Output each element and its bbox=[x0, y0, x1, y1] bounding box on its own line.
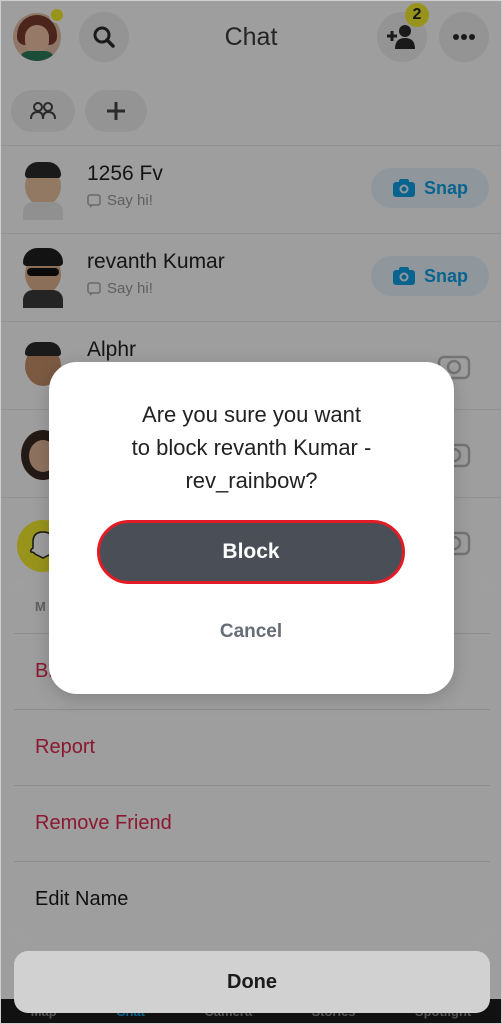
cancel-button-label: Cancel bbox=[219, 621, 283, 642]
block-button-label: Block bbox=[222, 540, 280, 563]
block-confirm-button[interactable]: Block bbox=[97, 520, 405, 584]
dialog-message-line: rev_rainbow? bbox=[185, 468, 318, 493]
dialog-message-line: to block revanth Kumar - bbox=[131, 435, 372, 460]
dialog-message-line: Are you sure you want bbox=[142, 402, 361, 427]
snapchat-chat-screen: Chat 2 1256 Fv Say hi! Snap revanth Kuma… bbox=[0, 0, 502, 1024]
cancel-button[interactable]: Cancel bbox=[169, 612, 333, 652]
done-button-label: Done bbox=[227, 970, 277, 993]
block-confirmation-dialog: Are you sure you want to block revanth K… bbox=[49, 362, 454, 694]
dialog-message: Are you sure you want to block revanth K… bbox=[73, 398, 430, 497]
done-button[interactable]: Done bbox=[14, 951, 490, 1013]
